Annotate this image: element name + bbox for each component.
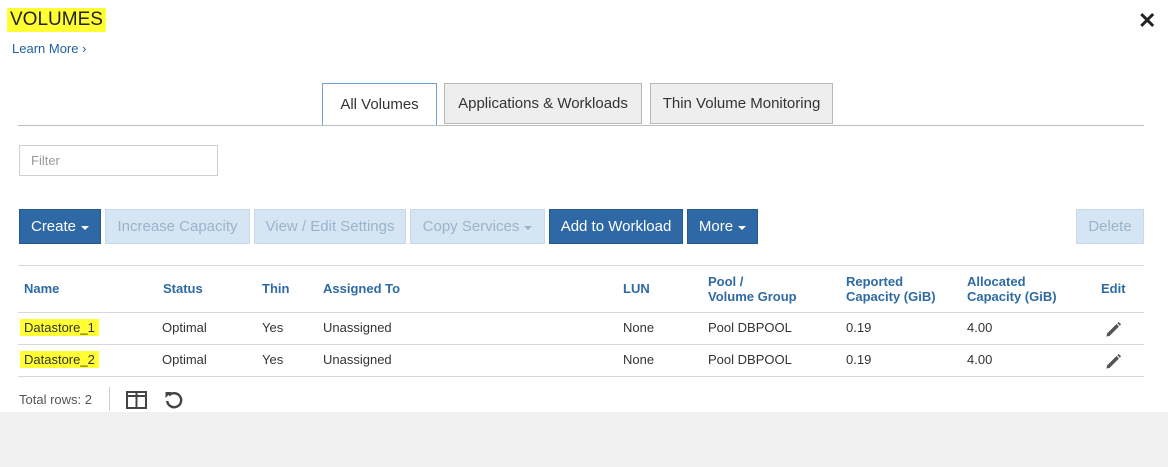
column-header-lun[interactable]: LUN — [623, 281, 650, 296]
column-header-pool-line2: Volume Group — [708, 289, 797, 304]
copy-services-button[interactable]: Copy Services — [410, 209, 545, 244]
row-divider — [18, 344, 1144, 345]
delete-button-label: Delete — [1088, 218, 1132, 235]
column-header-edit: Edit — [1101, 281, 1126, 296]
caret-down-icon — [738, 225, 747, 230]
column-header-allocated-line2: Capacity (GiB) — [967, 289, 1057, 304]
page-title: VOLUMES — [7, 8, 106, 32]
column-header-pool-line1: Pool / — [708, 274, 744, 289]
column-header-reported-capacity[interactable]: Reported Capacity (GiB) — [846, 274, 936, 304]
caret-down-icon — [81, 225, 90, 230]
volume-thin: Yes — [262, 352, 284, 367]
header-bottom-border — [18, 312, 1144, 313]
add-to-workload-button[interactable]: Add to Workload — [549, 209, 683, 244]
volume-assigned-to: Unassigned — [323, 352, 392, 367]
view-edit-settings-label: View / Edit Settings — [265, 218, 395, 235]
pencil-icon[interactable] — [1104, 320, 1122, 338]
caret-down-icon — [524, 225, 533, 230]
copy-services-label: Copy Services — [422, 218, 520, 235]
column-header-name[interactable]: Name — [24, 281, 59, 296]
column-header-allocated-capacity[interactable]: Allocated Capacity (GiB) — [967, 274, 1057, 304]
column-header-thin[interactable]: Thin — [262, 281, 289, 296]
table-bottom-border — [18, 376, 1144, 377]
view-edit-settings-button[interactable]: View / Edit Settings — [254, 209, 406, 244]
tab-all-volumes[interactable]: All Volumes — [322, 83, 437, 126]
more-button[interactable]: More — [687, 209, 758, 244]
volume-thin: Yes — [262, 320, 284, 335]
column-header-reported-line1: Reported — [846, 274, 904, 289]
tab-thin-volume-monitoring[interactable]: Thin Volume Monitoring — [650, 83, 833, 124]
volume-allocated-capacity: 4.00 — [967, 320, 993, 335]
volume-lun: None — [623, 320, 655, 335]
refresh-icon[interactable] — [164, 390, 184, 410]
volume-allocated-capacity: 4.00 — [967, 352, 993, 367]
columns-icon[interactable] — [126, 391, 147, 409]
column-header-assigned-to[interactable]: Assigned To — [323, 281, 400, 296]
volume-status: Optimal — [162, 320, 207, 335]
volumes-panel: VOLUMES Learn More › ✕ All Volumes Appli… — [0, 0, 1168, 412]
learn-more-link[interactable]: Learn More › — [12, 41, 86, 56]
more-button-label: More — [698, 218, 734, 235]
increase-capacity-label: Increase Capacity — [117, 218, 238, 235]
volume-pool: Pool DBPOOL — [708, 352, 792, 367]
volume-name[interactable]: Datastore_1 — [20, 319, 99, 336]
column-header-reported-line2: Capacity (GiB) — [846, 289, 936, 304]
filter-input[interactable] — [19, 145, 218, 176]
volume-reported-capacity: 0.19 — [846, 320, 872, 335]
create-button-label: Create — [30, 218, 77, 235]
column-header-status[interactable]: Status — [163, 281, 203, 296]
increase-capacity-button[interactable]: Increase Capacity — [105, 209, 250, 244]
table-top-border — [18, 265, 1144, 266]
volume-pool: Pool DBPOOL — [708, 320, 792, 335]
close-icon[interactable]: ✕ — [1138, 8, 1156, 34]
add-to-workload-label: Add to Workload — [560, 218, 672, 235]
tab-applications-workloads[interactable]: Applications & Workloads — [444, 83, 642, 124]
delete-button[interactable]: Delete — [1076, 209, 1144, 244]
volume-lun: None — [623, 352, 655, 367]
footer-divider — [109, 387, 110, 411]
volume-name[interactable]: Datastore_2 — [20, 351, 99, 368]
total-rows: Total rows: 2 — [19, 392, 92, 407]
volume-status: Optimal — [162, 352, 207, 367]
volume-assigned-to: Unassigned — [323, 320, 392, 335]
tab-divider — [18, 125, 1144, 126]
create-button[interactable]: Create — [19, 209, 101, 244]
volume-reported-capacity: 0.19 — [846, 352, 872, 367]
pencil-icon[interactable] — [1104, 352, 1122, 370]
column-header-pool[interactable]: Pool / Volume Group — [708, 274, 797, 304]
column-header-allocated-line1: Allocated — [967, 274, 1026, 289]
